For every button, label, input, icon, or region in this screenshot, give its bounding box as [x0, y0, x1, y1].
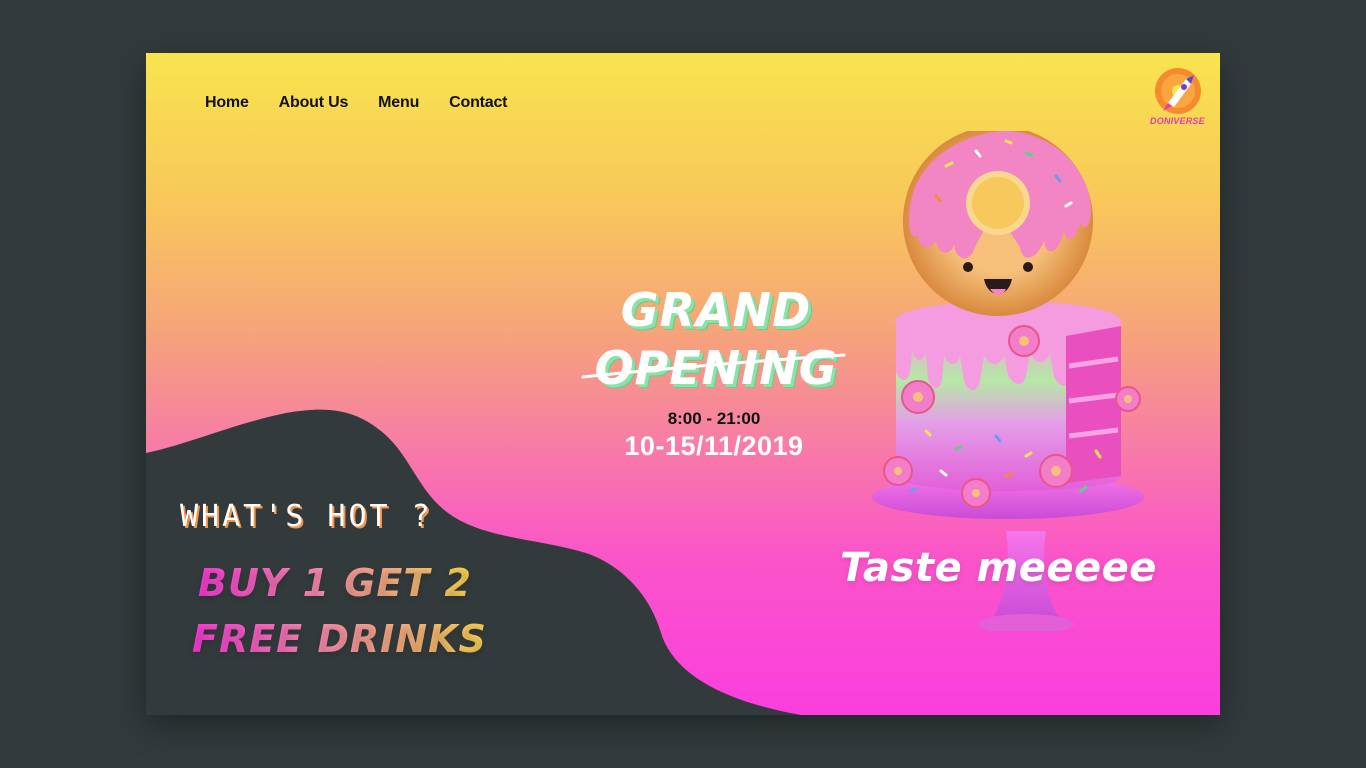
taste-tagline: Taste meeeee — [840, 545, 1157, 591]
promo-line-buy: BUY 1 GET 2 — [198, 561, 472, 605]
opening-dates: 10-15/11/2019 — [624, 431, 804, 461]
opening-hours: 8:00 - 21:00 — [667, 409, 761, 428]
main-nav: Home About Us Menu Contact — [205, 94, 537, 112]
strike-swoosh — [581, 353, 846, 379]
landing-page: Home About Us Menu Contact DONIVERSE GRA… — [146, 53, 1220, 715]
nav-menu[interactable]: Menu — [378, 94, 419, 112]
title-line-grand: GRAND — [620, 283, 812, 337]
nav-contact[interactable]: Contact — [449, 94, 507, 112]
brand-name: DONIVERSE — [1150, 116, 1205, 126]
nav-home[interactable]: Home — [205, 94, 249, 112]
promo-line-drinks: FREE DRINKS — [192, 617, 487, 661]
whats-hot-heading: WHAT'S HOT ? — [180, 499, 433, 534]
nav-about-us[interactable]: About Us — [279, 94, 349, 112]
